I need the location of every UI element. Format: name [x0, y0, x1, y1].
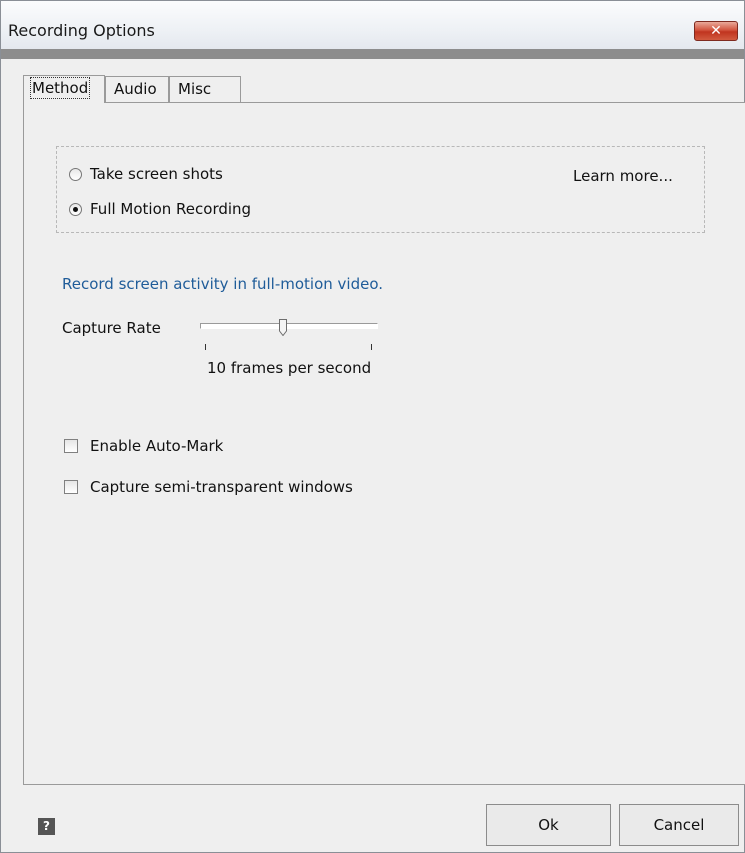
capture-rate-value: 10 frames per second: [207, 359, 372, 377]
help-button[interactable]: ?: [38, 818, 55, 835]
close-icon: ✕: [710, 23, 722, 39]
radio-label: Full Motion Recording: [90, 200, 252, 218]
checkbox-label: Capture semi-transparent windows: [90, 478, 353, 496]
radio-label: Take screen shots: [90, 165, 223, 183]
ok-button[interactable]: Ok: [486, 804, 611, 846]
slider-thumb[interactable]: [279, 319, 287, 336]
tab-audio[interactable]: Audio: [105, 76, 169, 102]
tab-misc[interactable]: Misc: [169, 76, 241, 102]
checkbox-box[interactable]: [64, 480, 78, 494]
tab-audio-label: Audio: [114, 80, 157, 98]
tab-method[interactable]: Method: [23, 75, 105, 103]
checkbox-label: Enable Auto-Mark: [90, 437, 224, 455]
capture-rate-label: Capture Rate: [62, 319, 161, 337]
help-icon: ?: [43, 819, 50, 833]
slider-track: [200, 323, 378, 329]
slider-tick-max: [371, 344, 372, 350]
title-separator: [1, 49, 744, 59]
checkbox-box[interactable]: [64, 439, 78, 453]
method-description: Record screen activity in full-motion vi…: [62, 275, 384, 293]
learn-more-link[interactable]: Learn more...: [573, 167, 673, 185]
title-bar: Recording Options ✕: [1, 1, 744, 50]
radio-button[interactable]: [69, 203, 82, 216]
tab-misc-label: Misc: [178, 80, 212, 98]
close-button[interactable]: ✕: [694, 21, 738, 41]
recording-options-dialog: Recording Options ✕ Method Audio Misc Ta…: [0, 0, 745, 853]
slider-tick-min: [205, 344, 206, 350]
method-tab-panel: Take screen shots Full Motion Recording …: [23, 102, 745, 785]
radio-button[interactable]: [69, 168, 82, 181]
window-title: Recording Options: [8, 21, 155, 40]
tab-method-label: Method: [29, 77, 91, 99]
cancel-button[interactable]: Cancel: [619, 804, 739, 846]
recording-method-group: Take screen shots Full Motion Recording …: [56, 146, 705, 233]
radio-selected-dot: [73, 207, 78, 212]
